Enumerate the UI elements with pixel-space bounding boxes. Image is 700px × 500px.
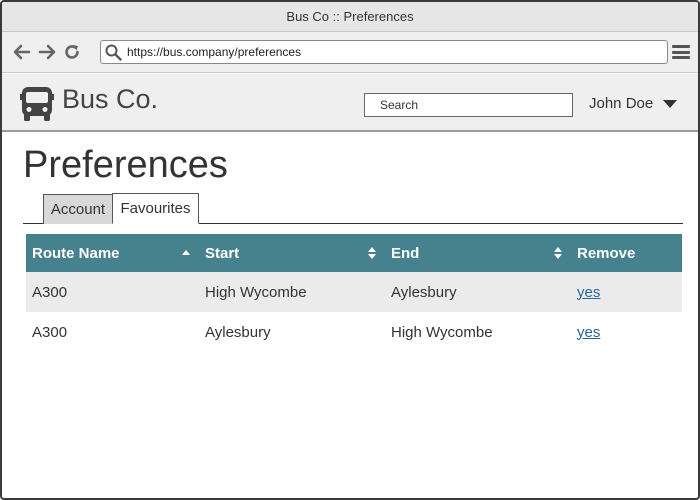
window-title-bar: Bus Co :: Preferences [2,2,698,32]
user-name: John Doe [589,95,654,112]
cell-remove: yes [571,272,682,312]
cell-end: Aylesbury [391,283,457,301]
column-header-start[interactable]: Start [199,234,385,272]
forward-button[interactable] [35,40,59,64]
cell-route: A300 [32,323,68,341]
remove-link[interactable]: yes [577,284,600,301]
favourites-table: Route Name Start End Remove A300 High Wy… [26,234,682,352]
sort-asc-icon [182,250,190,255]
hamburger-menu-icon [672,45,690,48]
column-header-remove: Remove [577,244,636,262]
cell-route: A300 [32,283,68,301]
address-url: https://bus.company/preferences [127,45,302,59]
search-input[interactable]: Search [364,93,573,117]
table-header-row: Route Name Start End Remove [26,234,682,272]
remove-link[interactable]: yes [577,324,600,341]
table-row: A300 Aylesbury High Wycombe yes [26,312,682,352]
tab-bar: Account Favourites [23,192,683,224]
address-bar[interactable]: https://bus.company/preferences [100,40,668,64]
reload-button[interactable] [60,40,84,64]
user-menu[interactable]: John Doe [589,95,678,112]
bus-icon [20,87,54,121]
reload-icon [65,45,79,59]
window-title: Bus Co :: Preferences [286,9,414,24]
table-row: A300 High Wycombe Aylesbury yes [26,272,682,312]
browser-toolbar: https://bus.company/preferences [2,32,698,73]
brand-name[interactable]: Bus Co. [62,84,158,115]
cell-remove: yes [571,312,682,352]
browser-menu-button[interactable] [672,42,690,62]
back-button[interactable] [10,40,34,64]
column-header-route-name[interactable]: Route Name [26,234,199,272]
forward-arrow-icon [38,44,56,60]
column-header-end[interactable]: End [385,234,571,272]
search-placeholder: Search [380,98,419,112]
caret-down-icon [663,99,678,108]
cell-end: High Wycombe [391,323,493,341]
page-title: Preferences [23,144,228,186]
sort-both-icon [368,247,376,259]
cell-start: Aylesbury [205,323,271,341]
search-icon [105,44,122,61]
sort-both-icon [554,247,562,259]
back-arrow-icon [13,44,31,60]
tab-account[interactable]: Account [43,194,113,224]
cell-start: High Wycombe [205,283,307,301]
tab-favourites[interactable]: Favourites [112,193,199,224]
app-header: Bus Co. Search John Doe [2,74,698,132]
browser-window: Bus Co :: Preferences https://bus.compan… [0,0,700,500]
